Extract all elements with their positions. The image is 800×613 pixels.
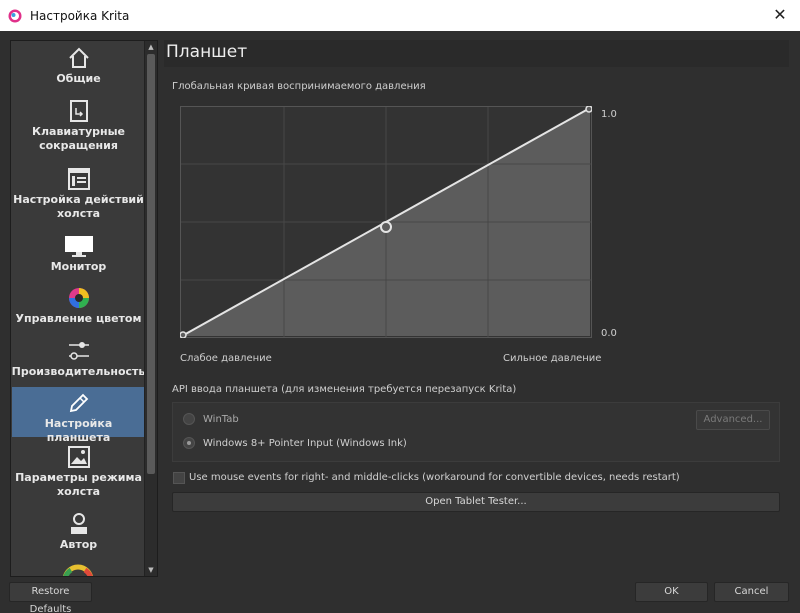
windows-ink-label: Windows 8+ Pointer Input (Windows Ink) (203, 437, 407, 449)
windows-ink-radio[interactable] (183, 437, 195, 449)
sidebar-item-label: Настройка действий холста (13, 193, 144, 220)
sidebar-scrollbar[interactable]: ▲ ▼ (144, 41, 157, 576)
sidebar-item-general[interactable]: Общие (12, 46, 145, 96)
sliders-icon (68, 342, 89, 360)
close-icon[interactable]: ✕ (770, 5, 790, 24)
curve-max-value: 1.0 (601, 109, 617, 120)
sidebar-item-partial[interactable] (63, 564, 93, 576)
mouse-events-checkbox[interactable] (173, 472, 185, 484)
pen-icon (69, 393, 88, 413)
sidebar-item-color-management[interactable]: Управление цветом (12, 286, 145, 332)
mouse-events-label: Use mouse events for right- and middle-c… (189, 472, 680, 483)
windows-ink-option[interactable]: Windows 8+ Pointer Input (Windows Ink) (183, 437, 407, 449)
ok-button[interactable]: OK (635, 582, 708, 602)
page-title: Планшет (164, 40, 789, 67)
sidebar-item-label: Автор (59, 538, 98, 551)
home-icon (68, 47, 89, 68)
sidebar-item-tablet-settings[interactable]: Настройка планшета (12, 387, 145, 444)
curve-point-end[interactable] (585, 105, 593, 113)
curve-point-start[interactable] (179, 331, 187, 339)
krita-logo-icon (8, 9, 22, 22)
sidebar-item-label: Производительность (11, 365, 146, 378)
curve-min-value: 0.0 (601, 328, 617, 339)
sidebar-item-label: Настройка планшета (44, 417, 113, 444)
sidebar-item-performance[interactable]: Производительность (12, 339, 145, 385)
color-palette-icon (63, 564, 93, 576)
settings-sidebar: Общие Клавиатурные сокращения Настройка … (10, 40, 158, 577)
cancel-button[interactable]: Cancel (714, 582, 789, 602)
window-title: Настройка Krita (30, 8, 130, 23)
canvas-input-icon (67, 168, 90, 190)
sidebar-item-label: Монитор (50, 260, 107, 273)
sidebar-item-label: Общие (56, 72, 101, 85)
person-icon (70, 513, 87, 534)
wintab-label: WinTab (203, 413, 239, 425)
open-tablet-tester-button[interactable]: Open Tablet Tester... (172, 492, 780, 512)
advanced-button[interactable]: Advanced... (696, 410, 770, 430)
strong-pressure-label: Сильное давление (503, 353, 602, 364)
wintab-option[interactable]: WinTab (183, 413, 239, 425)
curve-point-middle[interactable] (380, 221, 392, 233)
scroll-down-icon[interactable]: ▼ (145, 564, 157, 576)
sidebar-item-canvas-input[interactable]: Настройка действий холста (12, 167, 145, 229)
scrollbar-thumb[interactable] (147, 54, 155, 474)
shortcut-icon (69, 100, 88, 122)
sidebar-item-monitor[interactable]: Монитор (12, 234, 145, 280)
pressure-curve[interactable] (179, 105, 593, 339)
sidebar-item-label: Управление цветом (15, 312, 142, 325)
monitor-icon (64, 236, 93, 257)
sidebar-item-shortcuts[interactable]: Клавиатурные сокращения (12, 99, 145, 161)
color-wheel-icon (68, 288, 89, 308)
tablet-api-label: API ввода планшета (для изменения требуе… (172, 384, 517, 395)
restore-defaults-button[interactable]: Restore Defaults (9, 582, 92, 613)
sidebar-item-author[interactable]: Автор (12, 512, 145, 558)
tablet-api-group: WinTab Windows 8+ Pointer Input (Windows… (172, 402, 780, 462)
sidebar-item-canvas-only-mode[interactable]: Параметры режима холста (12, 445, 145, 507)
scroll-up-icon[interactable]: ▲ (145, 41, 157, 53)
wintab-radio[interactable] (183, 413, 195, 425)
window-titlebar: Настройка Krita ✕ (0, 0, 800, 31)
curve-label: Глобальная кривая воспринимаемого давлен… (172, 81, 426, 92)
image-icon (67, 446, 90, 468)
sidebar-item-label: Клавиатурные сокращения (32, 125, 125, 152)
weak-pressure-label: Слабое давление (180, 353, 272, 364)
pressure-curve-widget[interactable] (179, 105, 593, 339)
sidebar-item-label: Параметры режима холста (15, 471, 142, 498)
